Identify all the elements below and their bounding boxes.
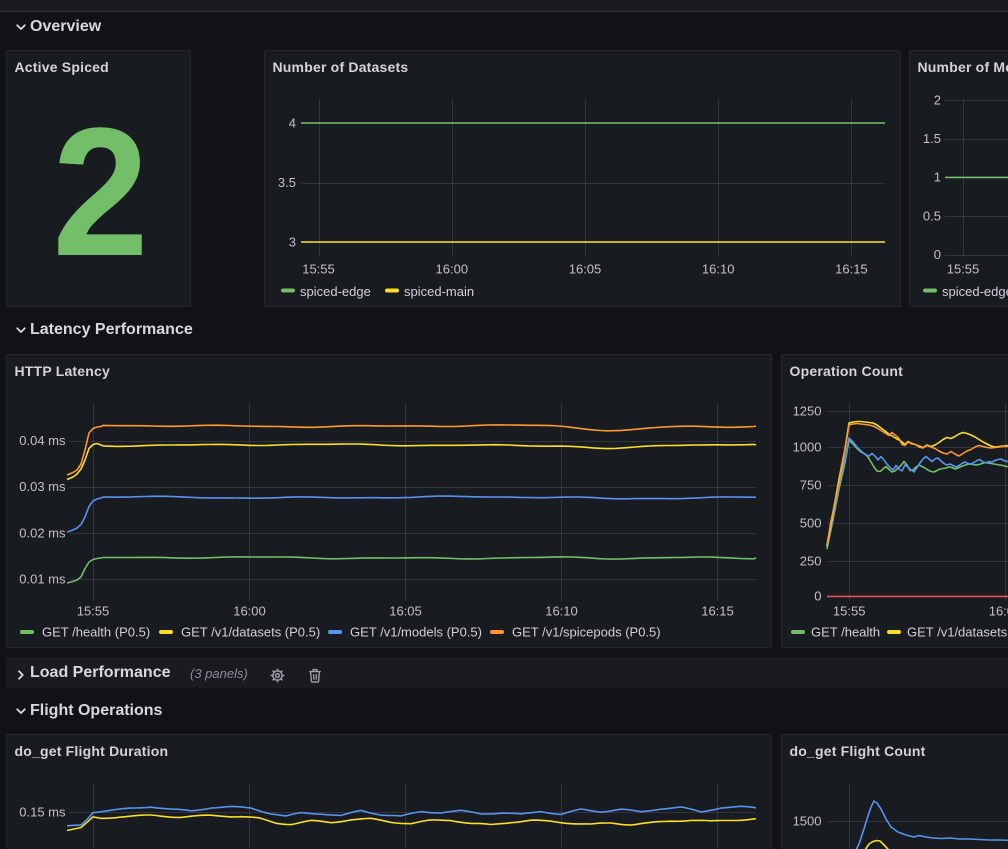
svg-text:16:10: 16:10 xyxy=(702,262,735,277)
svg-text:0: 0 xyxy=(934,247,941,262)
svg-text:spiced-edge: spiced-edge xyxy=(300,284,371,299)
svg-text:0.15 ms: 0.15 ms xyxy=(19,804,66,819)
svg-text:250: 250 xyxy=(800,554,822,569)
svg-text:15:55: 15:55 xyxy=(947,262,980,277)
svg-text:16:00: 16:00 xyxy=(989,604,1008,619)
svg-text:0.02 ms: 0.02 ms xyxy=(19,525,66,540)
svg-text:1250: 1250 xyxy=(793,404,822,419)
svg-text:16:00: 16:00 xyxy=(436,262,469,277)
svg-text:spiced-main: spiced-main xyxy=(404,284,474,299)
svg-text:GET /health (P0.5): GET /health (P0.5) xyxy=(42,624,150,639)
svg-text:0: 0 xyxy=(814,589,821,604)
svg-text:16:05: 16:05 xyxy=(389,604,422,619)
svg-text:GET /v1/datasets (P0.5): GET /v1/datasets (P0.5) xyxy=(907,624,1008,639)
svg-text:1.5: 1.5 xyxy=(923,131,941,146)
svg-text:0.03 ms: 0.03 ms xyxy=(19,479,66,494)
svg-text:16:15: 16:15 xyxy=(835,262,868,277)
svg-text:GET /v1/spicepods (P0.5): GET /v1/spicepods (P0.5) xyxy=(512,624,661,639)
svg-text:750: 750 xyxy=(800,477,822,492)
svg-text:0.01 ms: 0.01 ms xyxy=(19,572,66,587)
svg-text:1500: 1500 xyxy=(793,813,822,828)
svg-text:16:05: 16:05 xyxy=(569,262,602,277)
svg-text:16:10: 16:10 xyxy=(545,604,578,619)
svg-text:GET /v1/datasets (P0.5): GET /v1/datasets (P0.5) xyxy=(181,624,320,639)
svg-text:4: 4 xyxy=(289,115,296,130)
svg-text:16:00: 16:00 xyxy=(233,604,266,619)
svg-text:GET /health: GET /health xyxy=(811,624,880,639)
svg-text:spiced-edge: spiced-edge xyxy=(942,284,1008,299)
svg-text:1000: 1000 xyxy=(793,439,822,454)
svg-text:3: 3 xyxy=(289,234,296,249)
svg-text:16:15: 16:15 xyxy=(701,604,734,619)
svg-text:0.5: 0.5 xyxy=(923,208,941,223)
svg-text:2: 2 xyxy=(934,92,941,107)
svg-text:15:55: 15:55 xyxy=(302,262,335,277)
svg-text:15:55: 15:55 xyxy=(833,604,866,619)
svg-text:500: 500 xyxy=(800,515,822,530)
svg-text:0.04 ms: 0.04 ms xyxy=(19,433,66,448)
svg-text:15:55: 15:55 xyxy=(77,604,110,619)
svg-text:1: 1 xyxy=(934,170,941,185)
svg-text:GET /v1/models (P0.5): GET /v1/models (P0.5) xyxy=(350,624,482,639)
svg-text:3.5: 3.5 xyxy=(278,175,296,190)
